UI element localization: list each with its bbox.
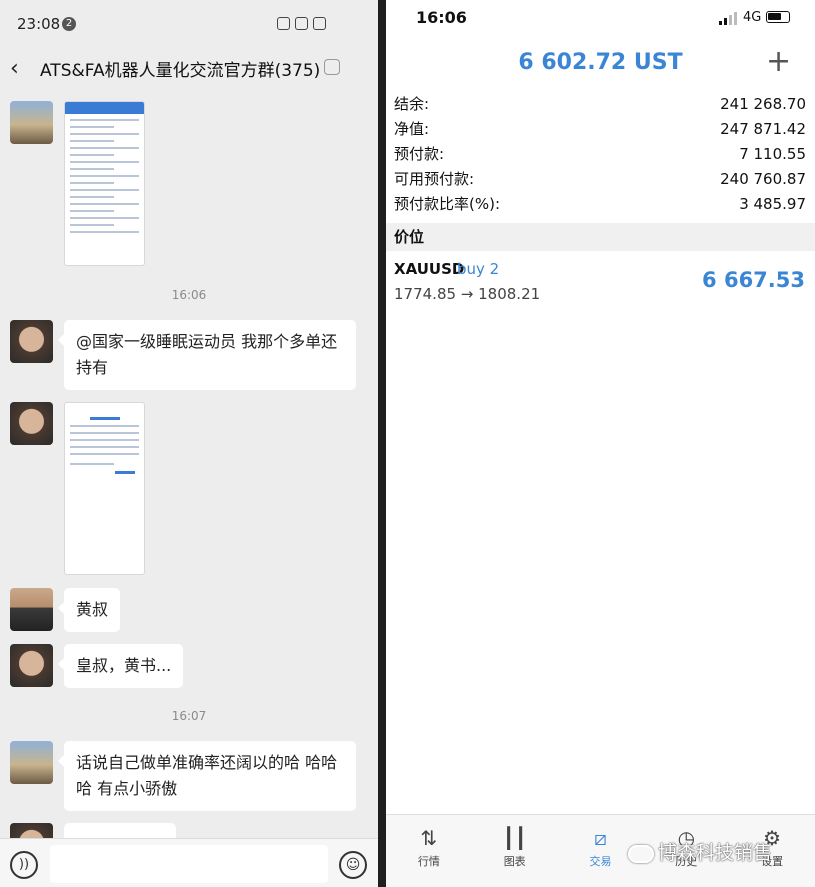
alarm-icon: [277, 17, 290, 30]
summary-label: 预付款:: [394, 145, 445, 163]
trade-status-time: 16:06: [416, 8, 467, 27]
network-type: 4G: [743, 10, 762, 25]
position-row[interactable]: XAUUSD buy 2 1774.85 → 1808.21 6 667.53: [386, 253, 815, 311]
avatar[interactable]: [10, 320, 53, 363]
tab-chart[interactable]: ┃┃ 图表: [472, 815, 558, 887]
summary-label: 净值:: [394, 120, 430, 138]
back-arrow-icon[interactable]: ‹: [10, 56, 19, 81]
chat-status-time: 23:08: [17, 15, 61, 33]
message-input[interactable]: [50, 845, 328, 883]
chat-title: ATS&FA机器人量化交流官方群(375): [40, 61, 321, 81]
watermark-text: 博森科技销售: [658, 842, 773, 864]
summary-row: 预付款比率(%): 3 485.97: [394, 192, 806, 217]
summary-row: 净值: 247 871.42: [394, 117, 806, 142]
position-prices: 1774.85 → 1808.21: [394, 285, 541, 303]
position-profit: 6 667.53: [702, 268, 805, 292]
avatar[interactable]: [10, 741, 53, 784]
voice-icon[interactable]: )): [10, 851, 38, 879]
status-icons: [277, 17, 326, 30]
summary-label: 预付款比率(%):: [394, 195, 501, 213]
balance-header: 6 602.72 UST: [518, 50, 683, 75]
wechat-logo-icon: [628, 844, 654, 863]
watermark: 博森科技销售: [628, 838, 772, 864]
mute-bell-icon: [324, 59, 340, 75]
summary-value: 3 485.97: [739, 195, 806, 213]
position-side: buy 2: [457, 260, 500, 278]
image-message-thumbnail[interactable]: [64, 402, 145, 575]
avatar[interactable]: [10, 644, 53, 687]
chat-titlebar: ‹ ATS&FA机器人量化交流官方群(375): [0, 48, 378, 90]
notification-badge: 2: [62, 17, 76, 31]
chat-window: 23:08 2 ‹ ATS&FA机器人量化交流官方群(375) 16:06 @国…: [0, 0, 378, 887]
chat-message[interactable]: 话说自己做单准确率还阔以的哈 哈哈哈 有点小骄傲: [58, 741, 356, 811]
summary-value: 247 871.42: [720, 120, 806, 138]
quotes-arrows-icon: ⇅: [420, 826, 438, 850]
composite-screenshot: 23:08 2 ‹ ATS&FA机器人量化交流官方群(375) 16:06 @国…: [0, 0, 815, 887]
summary-row: 可用预付款: 240 760.87: [394, 167, 806, 192]
position-symbol: XAUUSD: [394, 260, 465, 278]
avatar[interactable]: [10, 402, 53, 445]
account-summary: 结余: 241 268.70 净值: 247 871.42 预付款: 7 110…: [394, 92, 806, 217]
tab-quotes[interactable]: ⇅ 行情: [386, 815, 472, 887]
battery-icon: [766, 11, 790, 23]
tab-label: 图表: [503, 855, 526, 868]
signal-icon: [719, 12, 737, 25]
summary-value: 7 110.55: [739, 145, 806, 163]
summary-row: 结余: 241 268.70: [394, 92, 806, 117]
chat-message[interactable]: 黄叔: [57, 588, 121, 632]
candlestick-chart-icon: ┃┃: [502, 826, 527, 850]
trade-status-bar: 16:06 4G: [386, 0, 815, 36]
summary-label: 结余:: [394, 95, 430, 113]
battery-icon: [313, 17, 326, 30]
summary-row: 预付款: 7 110.55: [394, 142, 806, 167]
tab-label: 行情: [417, 855, 440, 868]
image-message-thumbnail[interactable]: [64, 101, 145, 266]
chat-message[interactable]: @国家一级睡眠运动员 我那个多单还持有: [58, 320, 356, 390]
trading-app: 16:06 4G 6 602.72 UST + 结余: 241 268.70 净…: [386, 0, 815, 887]
wifi-icon: [295, 17, 308, 30]
timestamp: 16:06: [171, 288, 207, 302]
avatar[interactable]: [10, 588, 53, 631]
chat-message[interactable]: 皇叔，黄书...: [57, 644, 184, 688]
avatar[interactable]: [10, 101, 53, 144]
panel-divider: [378, 0, 386, 887]
timestamp: 16:07: [171, 709, 207, 723]
chat-input-bar: )) ☺: [0, 838, 378, 887]
summary-label: 可用预付款:: [394, 170, 475, 188]
summary-value: 240 760.87: [720, 170, 806, 188]
summary-value: 241 268.70: [720, 95, 806, 113]
chat-status-bar: 23:08 2: [0, 0, 378, 50]
add-order-icon[interactable]: +: [766, 44, 791, 79]
emoji-icon[interactable]: ☺: [339, 851, 367, 879]
positions-section-header: 价位: [386, 223, 815, 251]
